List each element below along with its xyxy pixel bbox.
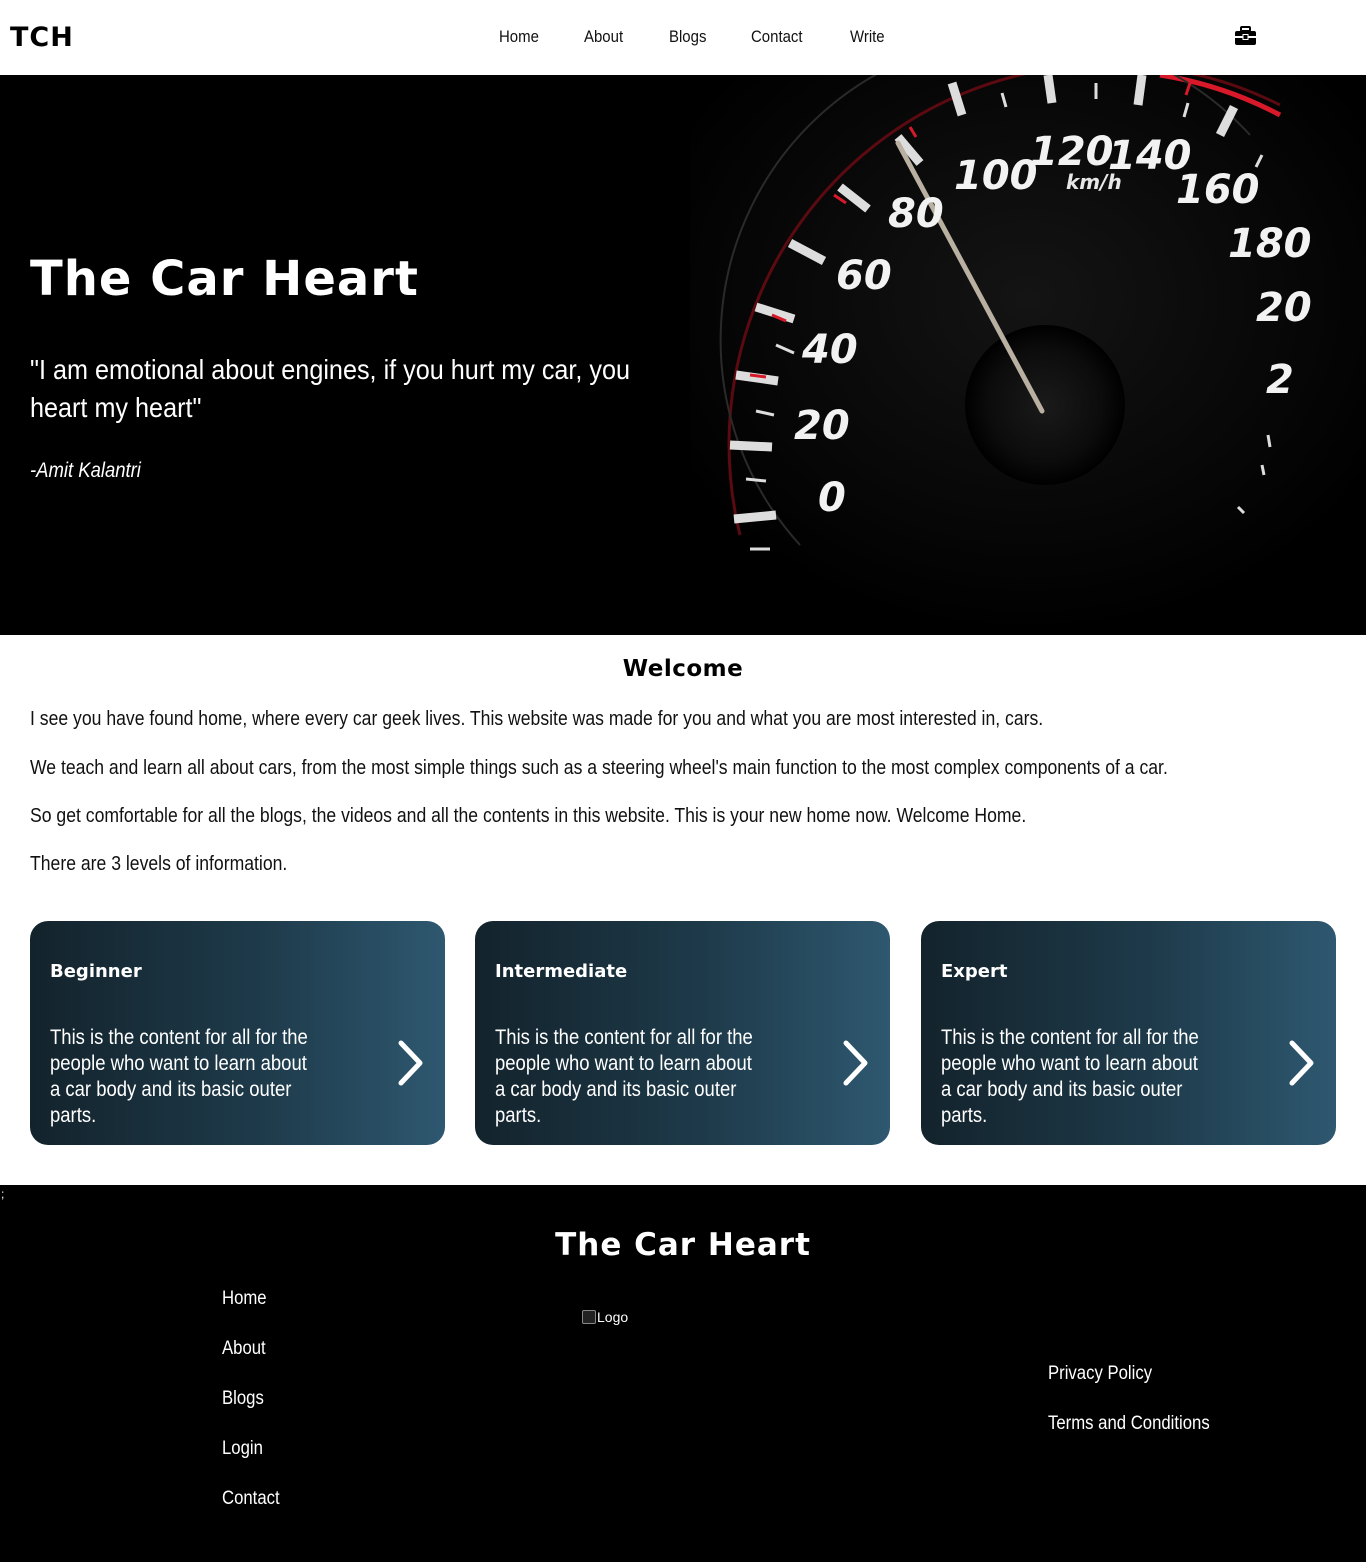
footer-login-link[interactable]: Login <box>222 1438 263 1460</box>
card-expert[interactable]: Expert This is the content for all for t… <box>921 921 1336 1145</box>
toolbox-icon[interactable] <box>1234 26 1257 46</box>
footer: ; The Car Heart Home About Blogs Login C… <box>0 1185 1366 1562</box>
nav-write-link[interactable]: Write <box>850 27 885 47</box>
card-title: Intermediate <box>495 961 628 982</box>
nav-blogs-link[interactable]: Blogs <box>669 27 706 47</box>
footer-logo-image: Logo <box>582 1309 628 1325</box>
gauge-label: 20 <box>794 403 850 449</box>
footer-home-link[interactable]: Home <box>222 1288 267 1310</box>
hero-quote: "I am emotional about engines, if you hu… <box>30 354 631 423</box>
nav-contact-link[interactable]: Contact <box>751 27 803 47</box>
footer-about-link[interactable]: About <box>222 1338 266 1360</box>
hero-title: The Car Heart <box>30 251 419 307</box>
footer-title: The Car Heart <box>555 1227 811 1263</box>
nav-about-link[interactable]: About <box>584 27 623 47</box>
welcome-paragraph: We teach and learn all about cars, from … <box>30 757 1168 779</box>
welcome-paragraph: So get comfortable for all the blogs, th… <box>30 805 1027 827</box>
gauge-label: 2 <box>1266 357 1294 403</box>
gauge-label: 0 <box>818 475 846 521</box>
chevron-right-icon[interactable] <box>1286 1039 1316 1087</box>
gauge-label: 80 <box>888 191 944 237</box>
chevron-right-icon[interactable] <box>840 1039 870 1087</box>
logo-alt-text: Logo <box>597 1309 629 1325</box>
hero-author: -Amit Kalantri <box>30 459 141 482</box>
privacy-policy-link[interactable]: Privacy Policy <box>1048 1363 1152 1385</box>
nav-links: Home About Blogs Contact Write <box>499 27 889 47</box>
gauge-label: 160 <box>1176 167 1260 213</box>
card-text: This is the content for all for the peop… <box>941 1026 1199 1127</box>
top-nav: TCH Home About Blogs Contact Write <box>0 0 1366 75</box>
terms-link[interactable]: Terms and Conditions <box>1048 1413 1210 1435</box>
gauge-label: 180 <box>1228 221 1312 267</box>
gauge-label: 60 <box>836 253 892 299</box>
card-text: This is the content for all for the peop… <box>50 1026 308 1127</box>
welcome-title: Welcome <box>622 656 744 682</box>
nav-home-link[interactable]: Home <box>499 27 539 47</box>
card-beginner[interactable]: Beginner This is the content for all for… <box>30 921 445 1145</box>
brand-logo[interactable]: TCH <box>10 22 74 53</box>
broken-image-icon <box>582 1310 596 1324</box>
gauge-label: 100 <box>954 153 1038 199</box>
hero-banner: 0 20 40 60 80 100 120 140 160 180 20 2 k… <box>0 75 1366 635</box>
gauge-unit: km/h <box>1066 170 1122 194</box>
gauge-label: 120 <box>1030 129 1114 175</box>
gauge-label: 40 <box>801 327 858 373</box>
card-title: Beginner <box>50 961 142 982</box>
stray-text: ; <box>1 1187 5 1201</box>
gauge-label: 20 <box>1256 285 1312 331</box>
footer-contact-link[interactable]: Contact <box>222 1488 280 1510</box>
card-intermediate[interactable]: Intermediate This is the content for all… <box>475 921 890 1145</box>
chevron-right-icon[interactable] <box>395 1039 425 1087</box>
speedometer-image: 0 20 40 60 80 100 120 140 160 180 20 2 k… <box>690 75 1366 635</box>
welcome-paragraph: There are 3 levels of information. <box>30 853 288 875</box>
card-title: Expert <box>941 961 1008 982</box>
card-text: This is the content for all for the peop… <box>495 1026 753 1127</box>
footer-blogs-link[interactable]: Blogs <box>222 1388 264 1410</box>
welcome-paragraph: I see you have found home, where every c… <box>30 708 1044 730</box>
